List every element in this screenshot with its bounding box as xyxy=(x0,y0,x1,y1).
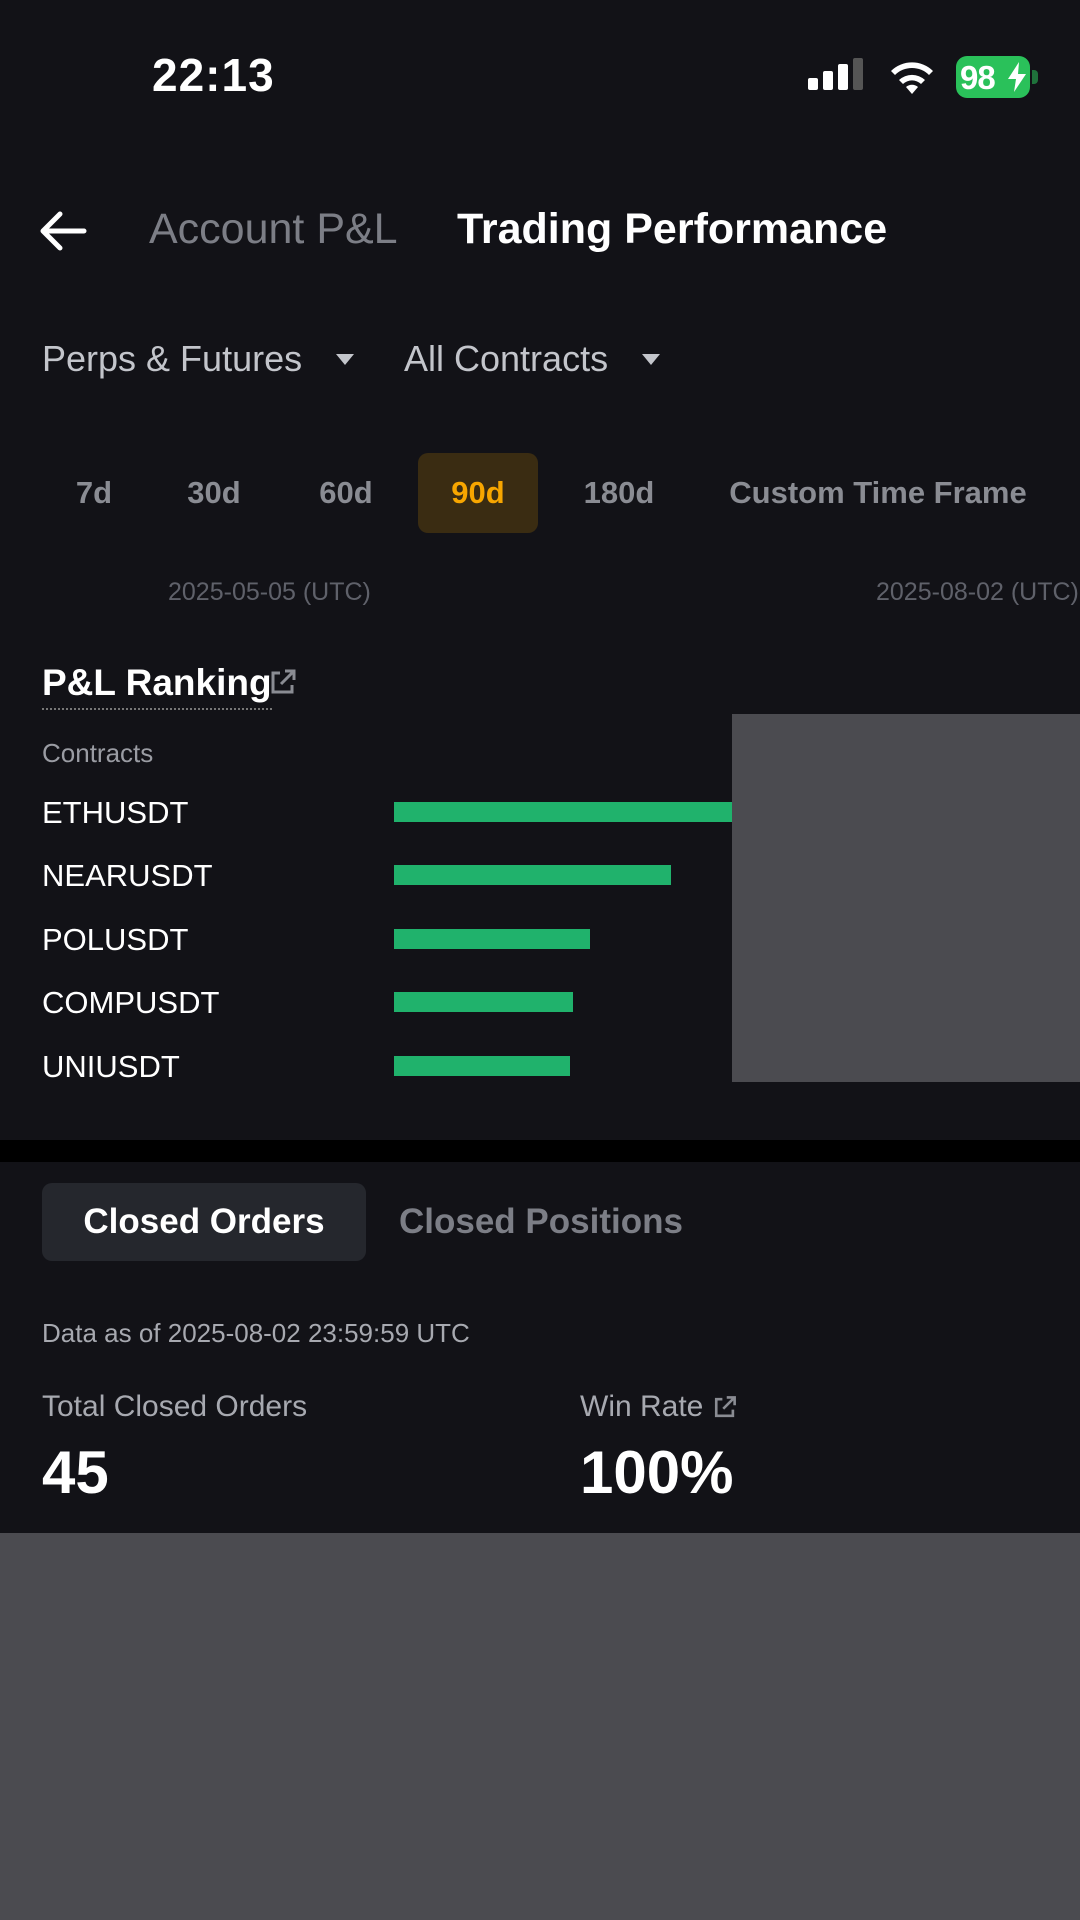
pnl-bar xyxy=(394,865,671,885)
win-rate-label: Win Rate xyxy=(580,1390,704,1423)
tab-closed-positions[interactable]: Closed Positions xyxy=(399,1183,683,1261)
period-custom-time-frame[interactable]: Custom Time Frame xyxy=(718,453,1038,533)
period-7d[interactable]: 7d xyxy=(54,453,134,533)
contracts-filter-dropdown[interactable]: All Contracts xyxy=(404,338,661,380)
charging-bolt-icon xyxy=(1008,62,1026,92)
pnl-bar xyxy=(394,929,590,949)
caret-down-icon xyxy=(642,353,661,365)
period-90d[interactable]: 90d xyxy=(418,453,538,533)
tab-account-pnl[interactable]: Account P&L xyxy=(149,205,398,254)
product-filter-label: Perps & Futures xyxy=(42,338,303,379)
caret-down-icon xyxy=(336,353,355,365)
back-arrow-icon[interactable] xyxy=(38,206,88,256)
cellular-signal-icon xyxy=(808,58,863,90)
date-range-start: 2025-05-05 (UTC) xyxy=(168,578,371,606)
status-time: 22:13 xyxy=(152,49,275,101)
total-closed-orders-label: Total Closed Orders xyxy=(42,1390,308,1423)
win-rate-label-group[interactable]: Win Rate xyxy=(580,1390,739,1424)
period-180d[interactable]: 180d xyxy=(566,453,672,533)
total-closed-orders-value: 45 xyxy=(42,1439,109,1506)
pnl-bar xyxy=(394,1056,570,1076)
contracts-column-header: Contracts xyxy=(42,738,154,768)
redacted-overlay xyxy=(732,714,1080,1082)
external-link-icon[interactable] xyxy=(711,1393,739,1421)
ranking-row-label: COMPUSDT xyxy=(42,985,220,1020)
battery-icon: 98 xyxy=(956,56,1038,98)
ranking-row-label: UNIUSDT xyxy=(42,1049,180,1084)
pnl-bar xyxy=(394,992,573,1012)
tab-closed-orders[interactable]: Closed Orders xyxy=(42,1183,366,1261)
period-30d[interactable]: 30d xyxy=(166,453,262,533)
ranking-row-label: POLUSDT xyxy=(42,922,189,957)
win-rate-value: 100% xyxy=(580,1439,734,1506)
product-filter-dropdown[interactable]: Perps & Futures xyxy=(42,338,355,380)
date-range-end: 2025-08-02 (UTC) xyxy=(876,578,1079,606)
bottom-overlay xyxy=(0,1533,1080,1920)
battery-level: 98 xyxy=(960,59,996,96)
section-divider xyxy=(0,1140,1080,1162)
data-as-of-text: Data as of 2025-08-02 23:59:59 UTC xyxy=(42,1318,470,1348)
wifi-icon xyxy=(891,62,933,94)
tab-trading-performance[interactable]: Trading Performance xyxy=(457,205,887,254)
period-60d[interactable]: 60d xyxy=(298,453,394,533)
ranking-row-label: ETHUSDT xyxy=(42,795,189,830)
pnl-ranking-title[interactable]: P&L Ranking xyxy=(42,662,272,710)
contracts-filter-label: All Contracts xyxy=(404,338,609,379)
external-link-icon[interactable] xyxy=(267,666,299,698)
ranking-row-label: NEARUSDT xyxy=(42,858,213,893)
pnl-bar xyxy=(394,802,732,822)
